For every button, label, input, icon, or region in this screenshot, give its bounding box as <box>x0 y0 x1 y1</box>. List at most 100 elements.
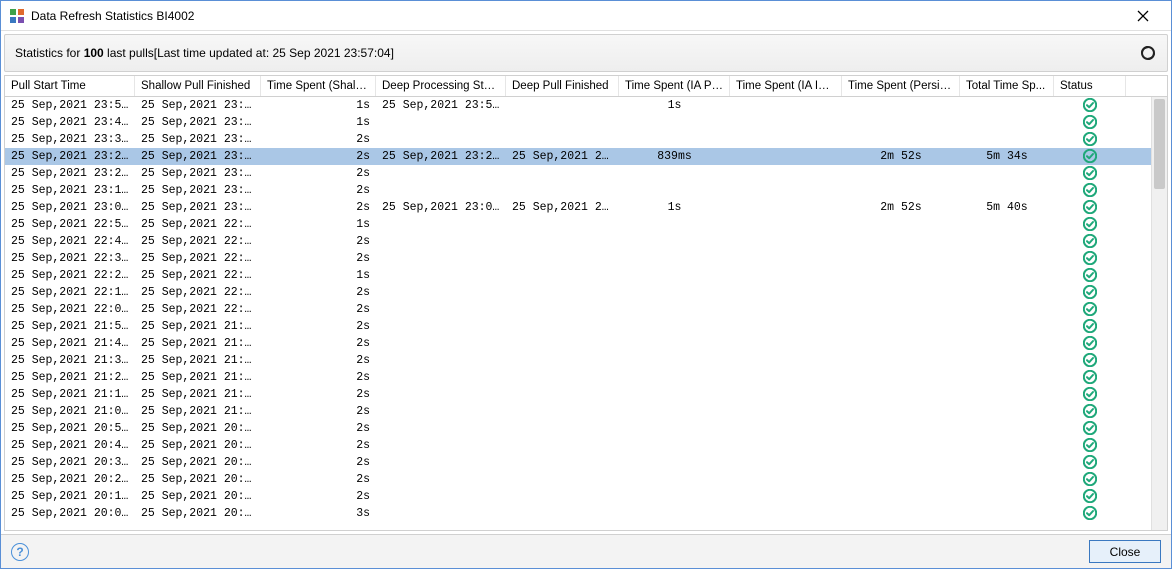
status-ok-icon <box>1083 201 1097 214</box>
table-row[interactable]: 25 Sep,2021 20:31:5925 Sep,2021 20:32:01… <box>5 454 1151 471</box>
header-time-spent-persist[interactable]: Time Spent (Persiste... <box>842 76 960 96</box>
cell <box>376 233 506 250</box>
cell <box>960 216 1054 233</box>
cell: 25 Sep,2021 20:42:05 <box>135 437 261 454</box>
table-row[interactable]: 25 Sep,2021 21:52:2825 Sep,2021 21:52:30… <box>5 318 1151 335</box>
cell: 839ms <box>619 148 730 165</box>
cell <box>960 97 1054 114</box>
cell <box>376 454 506 471</box>
table-row[interactable]: 25 Sep,2021 21:02:1025 Sep,2021 21:02:12… <box>5 403 1151 420</box>
header-status[interactable]: Status <box>1054 76 1126 96</box>
cell <box>960 352 1054 369</box>
cell <box>376 403 506 420</box>
status-ok-icon <box>1083 507 1097 520</box>
table-row[interactable]: 25 Sep,2021 22:52:5025 Sep,2021 22:52:52… <box>5 216 1151 233</box>
cell <box>842 165 960 182</box>
cell <box>842 471 960 488</box>
cell <box>376 335 506 352</box>
cell <box>960 454 1054 471</box>
scrollbar-thumb[interactable] <box>1154 99 1165 189</box>
status-ok-icon <box>1083 405 1097 418</box>
cell <box>730 454 842 471</box>
cell <box>506 318 619 335</box>
cell <box>506 284 619 301</box>
cell: 25 Sep,2021 20:42:03 <box>5 437 135 454</box>
cell: 2s <box>261 335 376 352</box>
cell <box>842 267 960 284</box>
cell: 2s <box>261 454 376 471</box>
header-time-spent-shallow[interactable]: Time Spent (Shallo... <box>261 76 376 96</box>
header-pull-start-time[interactable]: Pull Start Time <box>5 76 135 96</box>
table-row[interactable]: 25 Sep,2021 20:52:0625 Sep,2021 20:52:09… <box>5 420 1151 437</box>
cell <box>506 488 619 505</box>
help-button[interactable]: ? <box>11 543 29 561</box>
table-row[interactable]: 25 Sep,2021 21:32:2125 Sep,2021 21:32:23… <box>5 352 1151 369</box>
vertical-scrollbar[interactable] <box>1151 97 1167 530</box>
table-row[interactable]: 25 Sep,2021 20:01:4725 Sep,2021 20:01:51… <box>5 505 1151 522</box>
cell <box>506 335 619 352</box>
cell <box>730 488 842 505</box>
cell: 1s <box>261 97 376 114</box>
table-row[interactable]: 25 Sep,2021 20:42:0325 Sep,2021 20:42:05… <box>5 437 1151 454</box>
cell <box>960 165 1054 182</box>
status-ok-icon <box>1083 473 1097 486</box>
close-icon[interactable] <box>1123 2 1163 30</box>
table-row[interactable]: 25 Sep,2021 23:36:0725 Sep,2021 23:36:09… <box>5 131 1151 148</box>
table-row[interactable]: 25 Sep,2021 22:02:3225 Sep,2021 22:02:35… <box>5 301 1151 318</box>
header-deep-processing-started[interactable]: Deep Processing Started <box>376 76 506 96</box>
cell: 1s <box>261 267 376 284</box>
table-row[interactable]: 25 Sep,2021 20:21:5625 Sep,2021 20:21:58… <box>5 471 1151 488</box>
table-row[interactable]: 25 Sep,2021 22:42:4725 Sep,2021 22:42:49… <box>5 233 1151 250</box>
header-time-spent-ia-index[interactable]: Time Spent (IA Ind... <box>730 76 842 96</box>
table-row[interactable]: 25 Sep,2021 22:32:4325 Sep,2021 22:32:46… <box>5 250 1151 267</box>
table-row[interactable]: 25 Sep,2021 21:12:1425 Sep,2021 21:12:16… <box>5 386 1151 403</box>
cell: 25 Sep,2021 23:... <box>506 148 619 165</box>
cell <box>730 131 842 148</box>
cell <box>842 420 960 437</box>
table-row[interactable]: 25 Sep,2021 21:42:2525 Sep,2021 21:42:27… <box>5 335 1151 352</box>
table-row[interactable]: 25 Sep,2021 23:56:1425 Sep,2021 23:56:16… <box>5 97 1151 114</box>
dialog-footer: ? Close <box>1 534 1171 568</box>
header-time-spent-ia-pull[interactable]: Time Spent (IA Pull) <box>619 76 730 96</box>
cell: 25 Sep,2021 21:22:19 <box>135 369 261 386</box>
refresh-icon[interactable] <box>1139 44 1157 62</box>
close-button[interactable]: Close <box>1089 540 1161 563</box>
cell <box>730 148 842 165</box>
status-ok-icon <box>1083 133 1097 146</box>
table-row[interactable]: 25 Sep,2021 23:23:0225 Sep,2021 23:23:04… <box>5 165 1151 182</box>
cell: 25 Sep,2021 20:32:01 <box>135 454 261 471</box>
cell <box>506 114 619 131</box>
table-row[interactable]: 25 Sep,2021 21:22:1725 Sep,2021 21:22:19… <box>5 369 1151 386</box>
cell: 25 Sep,2021 21:12:16 <box>135 386 261 403</box>
cell: 2s <box>261 437 376 454</box>
table-row[interactable]: 25 Sep,2021 23:02:5425 Sep,2021 23:02:56… <box>5 199 1151 216</box>
cell <box>506 386 619 403</box>
header-total-time-spent[interactable]: Total Time Sp... <box>960 76 1054 96</box>
cell: 25 Sep,2021 21:32:21 <box>5 352 135 369</box>
status-ok-icon <box>1083 235 1097 248</box>
cell: 2m 52s <box>842 199 960 216</box>
table-row[interactable]: 25 Sep,2021 23:46:1025 Sep,2021 23:46:12… <box>5 114 1151 131</box>
status-ok-icon <box>1083 422 1097 435</box>
table-row[interactable]: 25 Sep,2021 22:22:4025 Sep,2021 22:22:42… <box>5 267 1151 284</box>
status-ok-icon <box>1083 252 1097 265</box>
status-ok-icon <box>1083 150 1097 163</box>
cell <box>619 386 730 403</box>
table-row[interactable]: 25 Sep,2021 22:12:3625 Sep,2021 22:12:38… <box>5 284 1151 301</box>
cell: 25 Sep,2021 22:32:46 <box>135 250 261 267</box>
cell <box>506 471 619 488</box>
cell: 25 Sep,2021 23:... <box>506 199 619 216</box>
cell <box>619 301 730 318</box>
cell: 25 Sep,2021 23:02:54 <box>5 199 135 216</box>
cell: 25 Sep,2021 22:42:49 <box>135 233 261 250</box>
cell: 25 Sep,2021 20:11:54 <box>135 488 261 505</box>
dialog-window: Data Refresh Statistics BI4002 Statistic… <box>0 0 1172 569</box>
cell <box>619 352 730 369</box>
table-row[interactable]: 25 Sep,2021 23:26:0325 Sep,2021 23:26:05… <box>5 148 1151 165</box>
cell <box>376 216 506 233</box>
cell <box>730 97 842 114</box>
header-shallow-pull-finished[interactable]: Shallow Pull Finished <box>135 76 261 96</box>
table-row[interactable]: 25 Sep,2021 20:11:5225 Sep,2021 20:11:54… <box>5 488 1151 505</box>
table-row[interactable]: 25 Sep,2021 23:12:5825 Sep,2021 23:13:00… <box>5 182 1151 199</box>
header-deep-pull-finished[interactable]: Deep Pull Finished <box>506 76 619 96</box>
